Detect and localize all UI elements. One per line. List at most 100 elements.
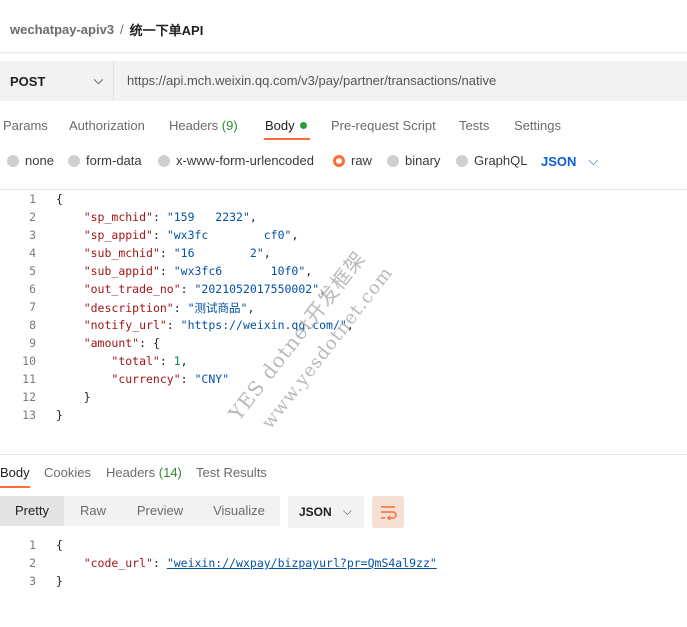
response-format-select[interactable]: JSON ⌵ [288, 496, 364, 528]
json-key: "amount" [83, 336, 140, 350]
json-value: "wx3fc6 10f0" [173, 264, 306, 278]
wrap-lines-icon [381, 506, 397, 521]
json-value: "测试商品" [187, 301, 248, 315]
chevron-down-icon: ⌵ [342, 504, 352, 518]
radio-binary-label: binary [405, 153, 441, 168]
line-number: 1 [29, 192, 36, 206]
code-line: 3 "sp_appid": "wx3fc cf0", [0, 228, 687, 246]
response-tab-body[interactable]: Body [0, 465, 30, 480]
line-number: 8 [29, 318, 36, 332]
breadcrumb: wechatpay-apiv3 / 统一下单API [10, 20, 203, 39]
response-tab-cookies[interactable]: Cookies [44, 465, 91, 480]
breadcrumb-workspace[interactable]: wechatpay-apiv3 [10, 22, 114, 37]
line-number: 12 [22, 390, 36, 404]
radio-form-data[interactable]: form-data [68, 153, 142, 168]
view-visualize-button[interactable]: Visualize [198, 496, 280, 526]
brace: } [56, 408, 63, 422]
json-value-link[interactable]: "weixin://wxpay/bizpayurl?pr=QmS4al9zz" [167, 556, 437, 570]
radio-circle-icon [68, 154, 80, 167]
view-raw-button[interactable]: Raw [64, 496, 122, 526]
divider [0, 454, 687, 455]
radio-none-label: none [25, 153, 54, 168]
line-number: 9 [29, 336, 36, 350]
response-tab-headers-label: Headers [106, 465, 156, 480]
tab-settings[interactable]: Settings [514, 118, 561, 133]
json-key: "total" [111, 354, 160, 368]
radio-none[interactable]: none [7, 153, 54, 168]
tab-tests[interactable]: Tests [459, 118, 489, 133]
response-headers-count-badge: (14) [158, 465, 182, 480]
line-number: 10 [22, 354, 36, 368]
radio-graphql[interactable]: GraphQL [456, 153, 527, 168]
response-tab-headers[interactable]: Headers (14) [106, 465, 182, 480]
radio-urlencoded-label: x-www-form-urlencoded [176, 153, 314, 168]
brace: { [56, 538, 63, 552]
url-bar: POST ⌵ https://api.mch.weixin.qq.com/v3/… [0, 61, 687, 101]
headers-count-badge: (9) [221, 118, 238, 133]
radio-raw[interactable]: raw [333, 153, 372, 168]
line-number: 3 [29, 228, 36, 242]
json-key: "description" [83, 301, 174, 315]
json-key: "out_trade_no" [83, 282, 181, 296]
url-input[interactable]: https://api.mch.weixin.qq.com/v3/pay/par… [127, 73, 496, 88]
json-key: "sp_mchid" [83, 210, 153, 224]
line-number: 13 [22, 408, 36, 422]
code-line: 1{ [0, 538, 687, 556]
code-line: 4 "sub_mchid": "16 2", [0, 246, 687, 264]
code-line: 13} [0, 408, 687, 426]
response-tab-test-results[interactable]: Test Results [196, 465, 267, 480]
json-value: 1 [173, 354, 181, 368]
chevron-down-icon: ⌵ [588, 153, 599, 168]
json-key: "sub_mchid" [83, 246, 160, 260]
line-number: 3 [29, 574, 36, 588]
radio-selected-icon [333, 154, 345, 167]
wrap-lines-button[interactable] [372, 496, 404, 528]
tab-params[interactable]: Params [3, 118, 48, 133]
line-number: 6 [29, 282, 36, 296]
tab-prerequest-script[interactable]: Pre-request Script [331, 118, 436, 133]
code-line: 10 "total": 1, [0, 354, 687, 372]
radio-urlencoded[interactable]: x-www-form-urlencoded [158, 153, 314, 168]
tab-body-label: Body [265, 118, 295, 133]
line-number: 2 [29, 556, 36, 570]
brace: { [56, 192, 63, 206]
tab-authorization[interactable]: Authorization [69, 118, 145, 133]
breadcrumb-separator: / [120, 22, 124, 37]
language-label: JSON [541, 153, 577, 169]
request-title[interactable]: 统一下单API [130, 20, 204, 39]
code-line: 12 } [0, 390, 687, 408]
divider [0, 52, 687, 53]
json-key: "sp_appid" [83, 228, 153, 242]
json-value: "CNY" [194, 372, 230, 386]
active-tab-indicator [264, 138, 310, 140]
tab-headers[interactable]: Headers (9) [169, 118, 238, 133]
response-view-toggle: Pretty Raw Preview Visualize [0, 496, 280, 526]
code-line: 9 "amount": { [0, 336, 687, 354]
method-select[interactable]: POST ⌵ [0, 61, 114, 101]
chevron-down-icon: ⌵ [93, 73, 103, 87]
code-line: 1{ [0, 192, 687, 210]
code-line: 2 "code_url": "weixin://wxpay/bizpayurl?… [0, 556, 687, 574]
json-value: "159 2232" [166, 210, 250, 224]
radio-circle-icon [158, 154, 170, 167]
radio-graphql-label: GraphQL [474, 153, 528, 168]
brace: } [56, 574, 63, 588]
code-line: 7 "description": "测试商品", [0, 300, 687, 318]
json-value: "16 2" [173, 246, 264, 260]
code-line: 6 "out_trade_no": "2021052017550002", [0, 282, 687, 300]
radio-form-data-label: form-data [86, 153, 142, 168]
view-preview-button[interactable]: Preview [122, 496, 198, 526]
json-key: "sub_appid" [83, 264, 160, 278]
radio-binary[interactable]: binary [387, 153, 440, 168]
tab-body[interactable]: Body [265, 118, 307, 133]
line-number: 2 [29, 210, 36, 224]
tab-headers-label: Headers [169, 118, 219, 133]
line-number: 5 [29, 264, 36, 278]
radio-circle-icon [387, 154, 399, 167]
radio-circle-icon [456, 154, 468, 167]
code-line: 5 "sub_appid": "wx3fc6 10f0", [0, 264, 687, 282]
view-pretty-button[interactable]: Pretty [0, 496, 64, 526]
language-select[interactable]: JSON ⌵ [541, 153, 598, 169]
json-value: "2021052017550002" [194, 282, 320, 296]
line-number: 7 [29, 300, 36, 314]
